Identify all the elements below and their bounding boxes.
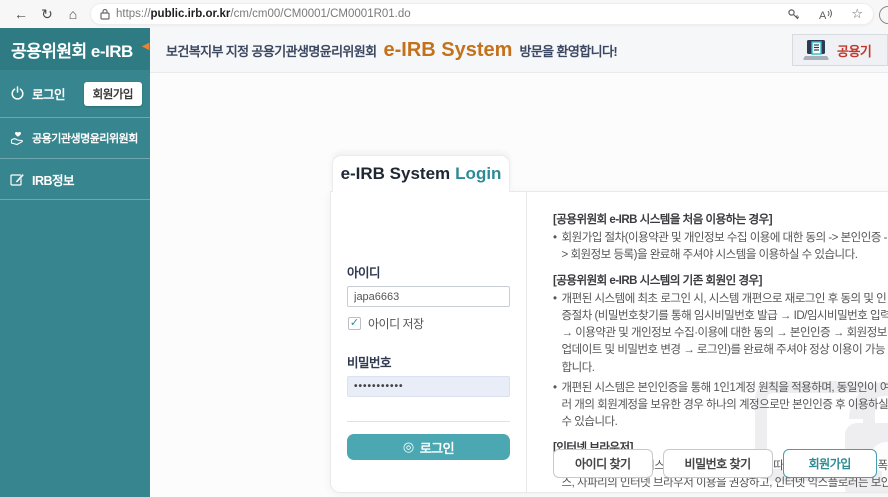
save-id-checkbox-row[interactable]: ✓ 아이디 저장 — [348, 315, 510, 332]
lock-icon — [100, 8, 110, 20]
form-divider — [347, 421, 510, 422]
bullet-icon: • — [553, 291, 557, 377]
page-content: e-IRB System Login 아이디 — [150, 73, 888, 497]
info-bullet-item: •개편된 시스템은 본인인증을 통해 1인1계정 원칙을 적용하며, 동일인이 … — [553, 380, 888, 432]
power-icon — [10, 86, 32, 101]
find-password-button[interactable]: 비밀번호 찾기 — [663, 449, 773, 478]
favorite-star-icon[interactable]: ☆ — [851, 6, 863, 22]
save-id-label: 아이디 저장 — [368, 315, 424, 332]
read-aloud-icon[interactable]: A — [818, 8, 833, 21]
url-text[interactable]: https://public.irb.or.kr/cm/cm00/CM0001/… — [116, 8, 769, 20]
login-info-panel: [공용위원회 e-IRB 시스템을 처음 이용하는 경우] •회원가입 절차(이… — [527, 192, 888, 492]
bullet-icon: • — [553, 380, 557, 432]
sidebar-title: 공용위원회 e-IRB ◀ — [0, 28, 150, 70]
banner-corner-button[interactable]: 공용기 — [792, 34, 888, 66]
sidebar-collapse-icon[interactable]: ◀ — [142, 41, 149, 52]
info-bullet-item: •개편된 시스템에 최초 로그인 시, 시스템 개편으로 재로그인 후 동의 및… — [553, 291, 888, 377]
login-button-icon: ◎ — [403, 439, 414, 455]
browser-toolbar: ← ↻ ⌂ https://public.irb.or.kr/cm/cm00/C… — [0, 0, 888, 28]
login-form: 아이디 ✓ 아이디 저장 비밀번호 ◎ 로그인 — [331, 192, 527, 492]
banner-brand: e-IRB System — [384, 39, 513, 62]
back-icon[interactable]: ← — [8, 6, 34, 22]
laptop-document-icon — [803, 39, 829, 61]
sidebar-committee-label: 공용기관생명윤리위원회 — [32, 130, 138, 146]
sidebar-item-committee[interactable]: 공용기관생명윤리위원회 — [0, 118, 150, 159]
password-label: 비밀번호 — [347, 352, 510, 371]
banner-corner-label: 공용기 — [837, 41, 871, 60]
id-input[interactable] — [347, 286, 510, 307]
login-card: 아이디 ✓ 아이디 저장 비밀번호 ◎ 로그인 [공용 — [330, 191, 888, 493]
signup-button[interactable]: 회원가입 — [783, 449, 877, 478]
banner-suffix: 방문을 환영합니다! — [519, 41, 617, 60]
sidebar-item-login[interactable]: 로그인 회원가입 — [0, 70, 150, 118]
info-heading: [공용위원회 e-IRB 시스템의 기존 회원인 경우] — [553, 272, 888, 288]
checkbox-checked-icon[interactable]: ✓ — [348, 317, 361, 330]
main-area: 보건복지부 지정 공용기관생명윤리위원회 e-IRB System 방문을 환영… — [150, 28, 888, 497]
sidebar-irb-info-label: IRB정보 — [32, 170, 74, 189]
login-button-label: 로그인 — [420, 438, 454, 457]
id-label: 아이디 — [347, 262, 510, 281]
svg-text:A: A — [819, 10, 827, 21]
hand-heart-icon — [10, 130, 32, 146]
browser-extras-icon[interactable] — [879, 6, 888, 24]
password-input[interactable] — [347, 376, 510, 397]
password-key-icon[interactable] — [787, 8, 800, 21]
bullet-icon: • — [553, 230, 557, 265]
sidebar-signup-button[interactable]: 회원가입 — [84, 82, 142, 106]
sidebar-item-irb-info[interactable]: IRB정보 — [0, 159, 150, 200]
login-tab-title: e-IRB System Login — [332, 155, 510, 192]
login-button[interactable]: ◎ 로그인 — [347, 434, 510, 460]
sidebar: 공용위원회 e-IRB ◀ 로그인 회원가입 공용기관생명윤리위원회 IRB정보 — [0, 28, 150, 497]
pencil-document-icon — [10, 172, 32, 187]
banner-prefix: 보건복지부 지정 공용기관생명윤리위원회 — [166, 41, 377, 60]
info-bullet-item: •회원가입 절차(이용약관 및 개인정보 수집 이용에 대한 동의 -> 본인인… — [553, 230, 888, 265]
sidebar-login-label: 로그인 — [32, 84, 65, 103]
info-heading: [공용위원회 e-IRB 시스템을 처음 이용하는 경우] — [553, 211, 888, 227]
address-bar[interactable]: https://public.irb.or.kr/cm/cm00/CM0001/… — [90, 3, 874, 25]
login-footer-buttons: 아이디 찾기 비밀번호 찾기 회원가입 — [553, 449, 877, 478]
welcome-banner: 보건복지부 지정 공용기관생명윤리위원회 e-IRB System 방문을 환영… — [150, 28, 888, 73]
home-icon[interactable]: ⌂ — [60, 6, 86, 22]
refresh-icon[interactable]: ↻ — [34, 6, 60, 23]
find-id-button[interactable]: 아이디 찾기 — [553, 449, 653, 478]
